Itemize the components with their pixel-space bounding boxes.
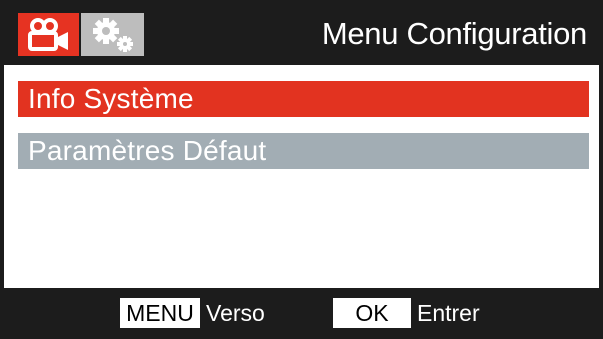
page-title: Menu Configuration — [321, 16, 587, 51]
menu-key[interactable]: MENU — [120, 298, 200, 328]
gears-icon — [92, 17, 133, 52]
menu-list: Info Système Paramètres Défaut — [0, 65, 603, 288]
hint-back[interactable]: MENU Verso — [120, 298, 265, 328]
footer-bar: MENU Verso OK Entrer — [0, 288, 603, 339]
hint-enter[interactable]: OK Entrer — [333, 298, 480, 328]
header-bar: Menu Configuration — [0, 0, 603, 65]
device-screen: Menu Configuration Info Système Paramètr… — [0, 0, 603, 339]
back-label: Verso — [206, 300, 265, 326]
enter-label: Entrer — [417, 300, 480, 326]
tab-video[interactable] — [18, 13, 79, 56]
video-camera-icon — [27, 17, 68, 51]
tab-settings[interactable] — [81, 13, 144, 56]
menu-item-default-settings[interactable]: Paramètres Défaut — [18, 133, 589, 169]
ok-key[interactable]: OK — [333, 298, 411, 328]
menu-item-system-info[interactable]: Info Système — [18, 81, 589, 117]
